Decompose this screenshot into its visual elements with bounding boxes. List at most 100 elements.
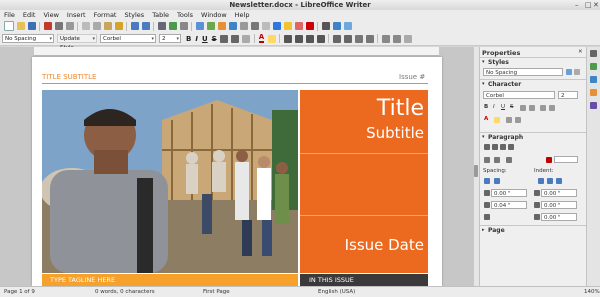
undo-icon[interactable] xyxy=(130,22,139,30)
first-line-indent-field[interactable]: 0.00 " xyxy=(541,213,577,221)
formatting-marks-icon[interactable] xyxy=(179,22,188,30)
gallery-tab-icon[interactable] xyxy=(590,89,597,96)
sidebar-line-spacing-icon[interactable] xyxy=(506,157,512,163)
sidebar-strike-button[interactable]: S xyxy=(510,104,514,110)
sidebar-superscript-icon[interactable] xyxy=(506,117,512,123)
text-box-icon[interactable] xyxy=(228,22,237,30)
insert-image-icon[interactable] xyxy=(206,22,215,30)
menu-tools[interactable]: Tools xyxy=(173,11,197,19)
strikethrough-button[interactable]: S xyxy=(212,35,217,43)
menu-file[interactable]: File xyxy=(0,11,19,19)
comment-icon[interactable] xyxy=(294,22,303,30)
navigator-tab-icon[interactable] xyxy=(590,102,597,109)
sidebar-paragraph-bg-icon[interactable] xyxy=(546,157,552,163)
sidebar-highlight-icon[interactable] xyxy=(494,117,500,123)
sidebar-grow-font-icon[interactable] xyxy=(540,105,546,111)
insert-field-icon[interactable] xyxy=(250,22,259,30)
menu-insert[interactable]: Insert xyxy=(63,11,90,19)
sidebar-size-combo[interactable]: 2 xyxy=(558,91,578,99)
print-preview-icon[interactable] xyxy=(65,22,74,30)
paragraph-style-combo[interactable]: No Spacing xyxy=(2,34,54,44)
menu-table[interactable]: Table xyxy=(148,11,173,19)
basic-shapes-icon[interactable] xyxy=(332,22,341,30)
expand-icon[interactable]: ▸ xyxy=(482,227,485,233)
update-style-icon[interactable] xyxy=(566,69,572,75)
font-name-combo[interactable]: Corbel xyxy=(100,34,156,44)
clear-formatting-icon[interactable] xyxy=(242,34,251,43)
paragraph-background-icon[interactable] xyxy=(403,34,412,43)
draw-functions-icon[interactable] xyxy=(343,22,352,30)
line-icon[interactable] xyxy=(321,22,330,30)
collapse-icon[interactable]: ▾ xyxy=(482,134,485,140)
find-replace-icon[interactable] xyxy=(157,22,166,30)
maximize-icon[interactable]: □ xyxy=(585,1,592,9)
spacing-above-field[interactable]: 0.00 " xyxy=(491,189,527,197)
sidebar-italic-button[interactable]: I xyxy=(493,104,495,110)
clone-formatting-icon[interactable] xyxy=(114,22,123,30)
sidebar-align-center-icon[interactable] xyxy=(492,144,498,150)
scrollbar-thumb[interactable] xyxy=(474,165,478,177)
font-size-combo[interactable]: 2 xyxy=(159,34,181,44)
export-pdf-icon[interactable] xyxy=(43,22,52,30)
track-changes-icon[interactable] xyxy=(305,22,314,30)
sidebar-justify-icon[interactable] xyxy=(508,144,514,150)
sidebar-bg-color-swatch[interactable] xyxy=(554,156,578,163)
cut-icon[interactable] xyxy=(81,22,90,30)
menu-edit[interactable]: Edit xyxy=(19,11,40,19)
minimize-icon[interactable]: – xyxy=(575,1,579,9)
word-count[interactable]: 0 words, 0 characters xyxy=(95,289,155,295)
new-document-icon[interactable] xyxy=(3,21,14,31)
menu-format[interactable]: Format xyxy=(90,11,121,19)
cover-photo[interactable] xyxy=(42,90,298,273)
horizontal-ruler[interactable] xyxy=(34,47,439,56)
panel-title[interactable]: Title xyxy=(377,96,424,121)
bullet-list-icon[interactable] xyxy=(332,34,341,43)
styles-section-title[interactable]: Styles xyxy=(488,59,509,66)
language[interactable]: English (USA) xyxy=(318,289,355,295)
sidebar-style-combo[interactable]: No Spacing xyxy=(483,68,563,76)
sidebar-font-combo[interactable]: Corbel xyxy=(483,91,555,99)
sidebar-menu-icon[interactable] xyxy=(590,50,597,57)
panel-subtitle[interactable]: Subtitle xyxy=(366,124,424,142)
styles-tab-icon[interactable] xyxy=(590,76,597,83)
indent-increase-icon[interactable] xyxy=(538,178,544,184)
title-subtitle-text[interactable]: TITLE SUBTITLE xyxy=(42,73,96,81)
in-this-issue-band[interactable]: IN THIS ISSUE xyxy=(300,274,428,286)
align-center-icon[interactable] xyxy=(294,34,303,43)
properties-tab-icon[interactable] xyxy=(590,63,597,70)
sidebar-shadow-icon[interactable] xyxy=(520,105,526,111)
page-section-title[interactable]: Page xyxy=(488,227,505,234)
align-left-icon[interactable] xyxy=(283,34,292,43)
update-style-button[interactable]: Update Style xyxy=(57,34,97,51)
sidebar-underline-button[interactable]: U xyxy=(501,104,505,110)
tagline-band[interactable]: TYPE TAGLINE HERE xyxy=(42,274,298,286)
hanging-indent-icon[interactable] xyxy=(556,178,562,184)
highlight-color-icon[interactable] xyxy=(267,34,276,43)
hyperlink-icon[interactable] xyxy=(272,22,281,30)
line-spacing-icon[interactable] xyxy=(484,214,490,220)
menu-window[interactable]: Window xyxy=(197,11,231,19)
close-sidebar-icon[interactable]: ✕ xyxy=(578,49,583,55)
save-icon[interactable] xyxy=(27,22,36,30)
redo-icon[interactable] xyxy=(141,22,150,30)
footnote-icon[interactable] xyxy=(283,22,292,30)
font-color-button[interactable]: A xyxy=(258,34,265,43)
collapse-icon[interactable]: ▾ xyxy=(482,59,485,65)
sidebar-shrink-font-icon[interactable] xyxy=(549,105,555,111)
numbered-list-icon[interactable] xyxy=(343,34,352,43)
indent-after-field[interactable]: 0.00 " xyxy=(541,201,577,209)
sidebar-bullets-icon[interactable] xyxy=(484,157,490,163)
sidebar-bold-button[interactable]: B xyxy=(484,104,488,110)
sidebar-font-color-button[interactable]: A xyxy=(484,116,488,122)
zoom-level[interactable]: 140% xyxy=(584,289,600,295)
indent-before-field[interactable]: 0.00 " xyxy=(541,189,577,197)
close-icon[interactable]: ✕ xyxy=(593,1,599,9)
issue-date[interactable]: Issue Date xyxy=(345,236,424,254)
sidebar-align-right-icon[interactable] xyxy=(500,144,506,150)
insert-chart-icon[interactable] xyxy=(217,22,226,30)
subscript-icon[interactable] xyxy=(231,34,240,43)
italic-button[interactable]: I xyxy=(195,35,198,43)
sidebar-numbering-icon[interactable] xyxy=(494,157,500,163)
menu-styles[interactable]: Styles xyxy=(120,11,148,19)
indent-decrease-icon[interactable] xyxy=(547,178,553,184)
